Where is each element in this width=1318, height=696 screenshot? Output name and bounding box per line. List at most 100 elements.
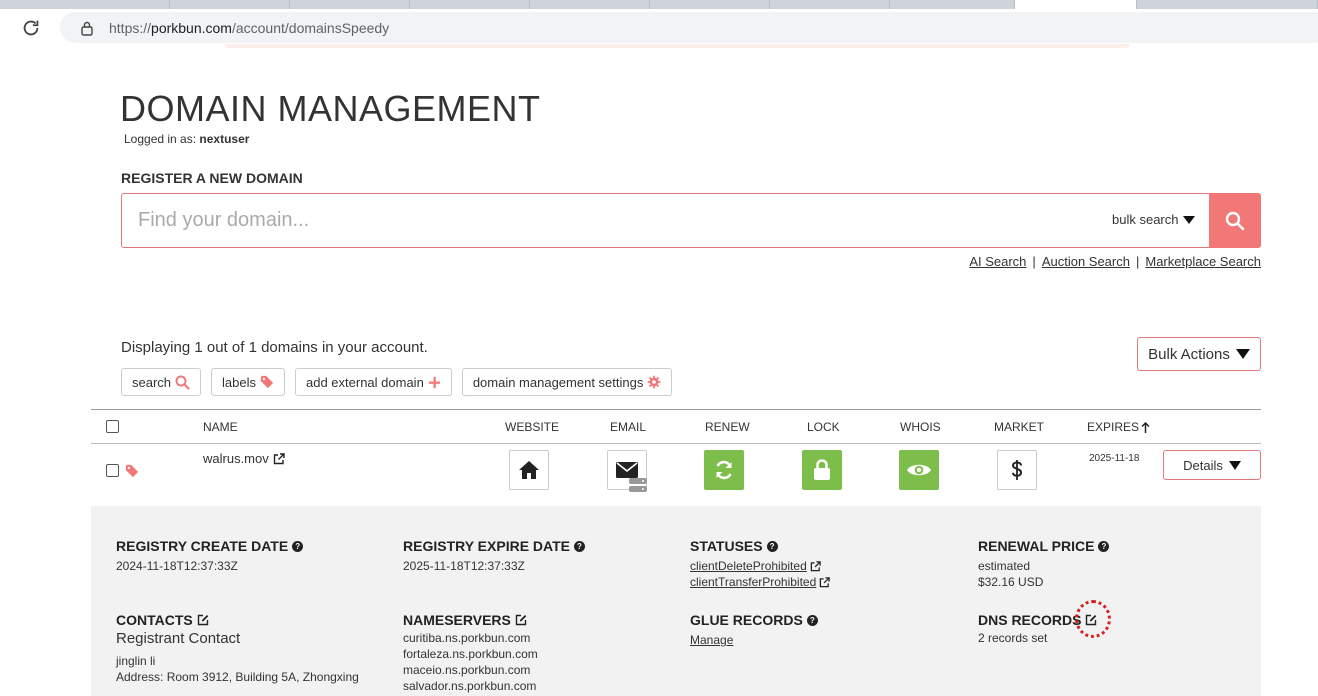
contact-details: jinglin li Address: Room 3912, Building … — [116, 653, 359, 685]
lock-icon[interactable] — [80, 20, 94, 36]
help-icon[interactable]: ? — [292, 540, 304, 552]
details-label: Details — [1183, 457, 1223, 473]
help-icon[interactable]: ? — [574, 540, 585, 552]
browser-tab[interactable] — [0, 0, 170, 9]
browser-tab[interactable] — [170, 0, 290, 9]
nameserver-item: salvador.ns.porkbun.com — [403, 679, 537, 693]
details-button[interactable]: Details — [1163, 450, 1261, 480]
registry-expire-heading: REGISTRY EXPIRE DATE? — [403, 538, 585, 554]
browser-tab[interactable] — [290, 0, 410, 9]
url-host: porkbun.com — [151, 20, 232, 36]
server-icon — [629, 478, 647, 492]
lock-button[interactable] — [802, 450, 842, 490]
marketplace-search-link[interactable]: Marketplace Search — [1145, 254, 1261, 269]
status-client-transfer-link[interactable]: clientTransferProhibited — [690, 574, 816, 590]
glue-records-section: GLUE RECORDS? Manage — [690, 612, 818, 648]
domain-management-settings-button[interactable]: domain management settings — [461, 368, 673, 396]
browser-tab[interactable] — [530, 0, 650, 9]
expires-value: 2025-11-18 — [1089, 453, 1140, 464]
domain-name-link[interactable]: walrus.mov — [203, 451, 285, 466]
gear-icon — [647, 375, 661, 389]
registry-expire-value: 2025-11-18T12:37:33Z — [403, 559, 525, 573]
help-icon[interactable]: ? — [806, 614, 818, 626]
nameserver-item: fortaleza.ns.porkbun.com — [403, 647, 538, 661]
caret-down-icon — [1235, 349, 1250, 359]
help-icon[interactable]: ? — [766, 540, 778, 552]
market-button[interactable] — [997, 450, 1037, 490]
renew-button[interactable] — [704, 450, 744, 490]
separator: | — [1135, 254, 1140, 269]
col-expires[interactable]: EXPIRES — [1087, 420, 1150, 434]
bulk-search-toggle[interactable]: bulk search — [1112, 212, 1196, 227]
domain-count-text: Displaying 1 out of 1 domains in your ac… — [121, 339, 428, 356]
filter-search-label: search — [132, 374, 172, 390]
statuses-label: STATUSES — [690, 538, 763, 554]
col-market: MARKET — [994, 420, 1045, 434]
search-button[interactable] — [1209, 193, 1261, 248]
whois-button[interactable] — [899, 450, 939, 490]
registrant-contact-label: Registrant Contact — [116, 630, 241, 647]
registry-create-value: 2024-11-18T12:37:33Z — [116, 559, 238, 573]
domain-search-input[interactable] — [122, 194, 1102, 247]
add-external-domain-label: add external domain — [306, 374, 424, 390]
reload-icon[interactable] — [20, 17, 42, 39]
status-client-delete-link[interactable]: clientDeleteProhibited — [690, 558, 807, 574]
caret-down-icon — [1228, 460, 1241, 470]
contact-name: jinglin li — [116, 654, 156, 668]
contact-address: Address: Room 3912, Building 5A, Zhongxi… — [116, 670, 359, 684]
glue-records-label: GLUE RECORDS — [690, 612, 803, 628]
renewal-price-section: RENEWAL PRICE? estimated $32.16 USD — [978, 538, 1110, 590]
glue-records-value: Manage — [690, 632, 818, 648]
contacts-section: CONTACTS Registrant Contact jinglin li A… — [116, 612, 359, 685]
domain-name: walrus.mov — [203, 451, 269, 466]
ai-search-link[interactable]: AI Search — [969, 254, 1026, 269]
status-item: clientDeleteProhibited — [690, 558, 830, 574]
filter-labels-button[interactable]: labels — [211, 368, 285, 396]
add-external-domain-button[interactable]: add external domain — [295, 368, 452, 396]
external-link-icon[interactable] — [819, 576, 831, 588]
glue-records-manage-link[interactable]: Manage — [690, 633, 733, 647]
website-button[interactable] — [509, 450, 549, 490]
row-checkbox[interactable] — [106, 464, 119, 477]
browser-tab[interactable] — [1137, 0, 1318, 9]
bulk-actions-button[interactable]: Bulk Actions — [1137, 337, 1261, 371]
statuses-list: clientDeleteProhibited clientTransferPro… — [690, 558, 831, 590]
edit-icon[interactable] — [197, 614, 209, 626]
browser-tab[interactable] — [770, 0, 890, 9]
edit-icon[interactable] — [515, 614, 527, 626]
browser-tab[interactable] — [890, 0, 1015, 9]
registry-expire-label: REGISTRY EXPIRE DATE — [403, 538, 570, 554]
auction-search-link[interactable]: Auction Search — [1042, 254, 1130, 269]
filter-search-button[interactable]: search — [121, 368, 202, 396]
domain-search-box: bulk search — [121, 193, 1261, 248]
nameservers-label: NAMESERVERS — [403, 612, 511, 628]
browser-tab[interactable] — [410, 0, 530, 9]
nameserver-item: maceio.ns.porkbun.com — [403, 663, 531, 677]
browser-tab-active[interactable] — [1015, 0, 1137, 9]
statuses-heading: STATUSES? — [690, 538, 830, 554]
tag-icon[interactable] — [125, 464, 139, 478]
search-icon — [175, 375, 190, 390]
padlock-icon — [814, 459, 830, 480]
home-icon — [519, 461, 539, 479]
dollar-icon — [1011, 460, 1023, 480]
page-title: DOMAIN MANAGEMENT — [120, 88, 541, 129]
separator: | — [1032, 254, 1036, 269]
bulk-search-label: bulk search — [1112, 212, 1179, 227]
col-whois: WHOIS — [900, 420, 941, 434]
help-icon[interactable]: ? — [1098, 540, 1110, 552]
external-link-icon[interactable] — [810, 560, 821, 572]
glue-records-heading: GLUE RECORDS? — [690, 612, 818, 628]
url-path: /account/domainsSpeedy — [231, 20, 390, 36]
renewal-note: estimated — [978, 559, 1031, 573]
col-renew: RENEW — [705, 420, 750, 434]
col-name[interactable]: NAME — [203, 420, 238, 434]
email-button[interactable] — [607, 450, 647, 492]
browser-tab[interactable] — [650, 0, 770, 9]
username: nextuser — [199, 132, 250, 146]
url-text[interactable]: https://porkbun.com/account/domainsSpeed… — [109, 20, 389, 36]
browser-tab-strip — [0, 0, 1318, 9]
filter-bar: search labels add external domain domain… — [121, 368, 673, 396]
select-all-checkbox[interactable] — [106, 420, 119, 433]
eye-icon — [907, 464, 931, 476]
